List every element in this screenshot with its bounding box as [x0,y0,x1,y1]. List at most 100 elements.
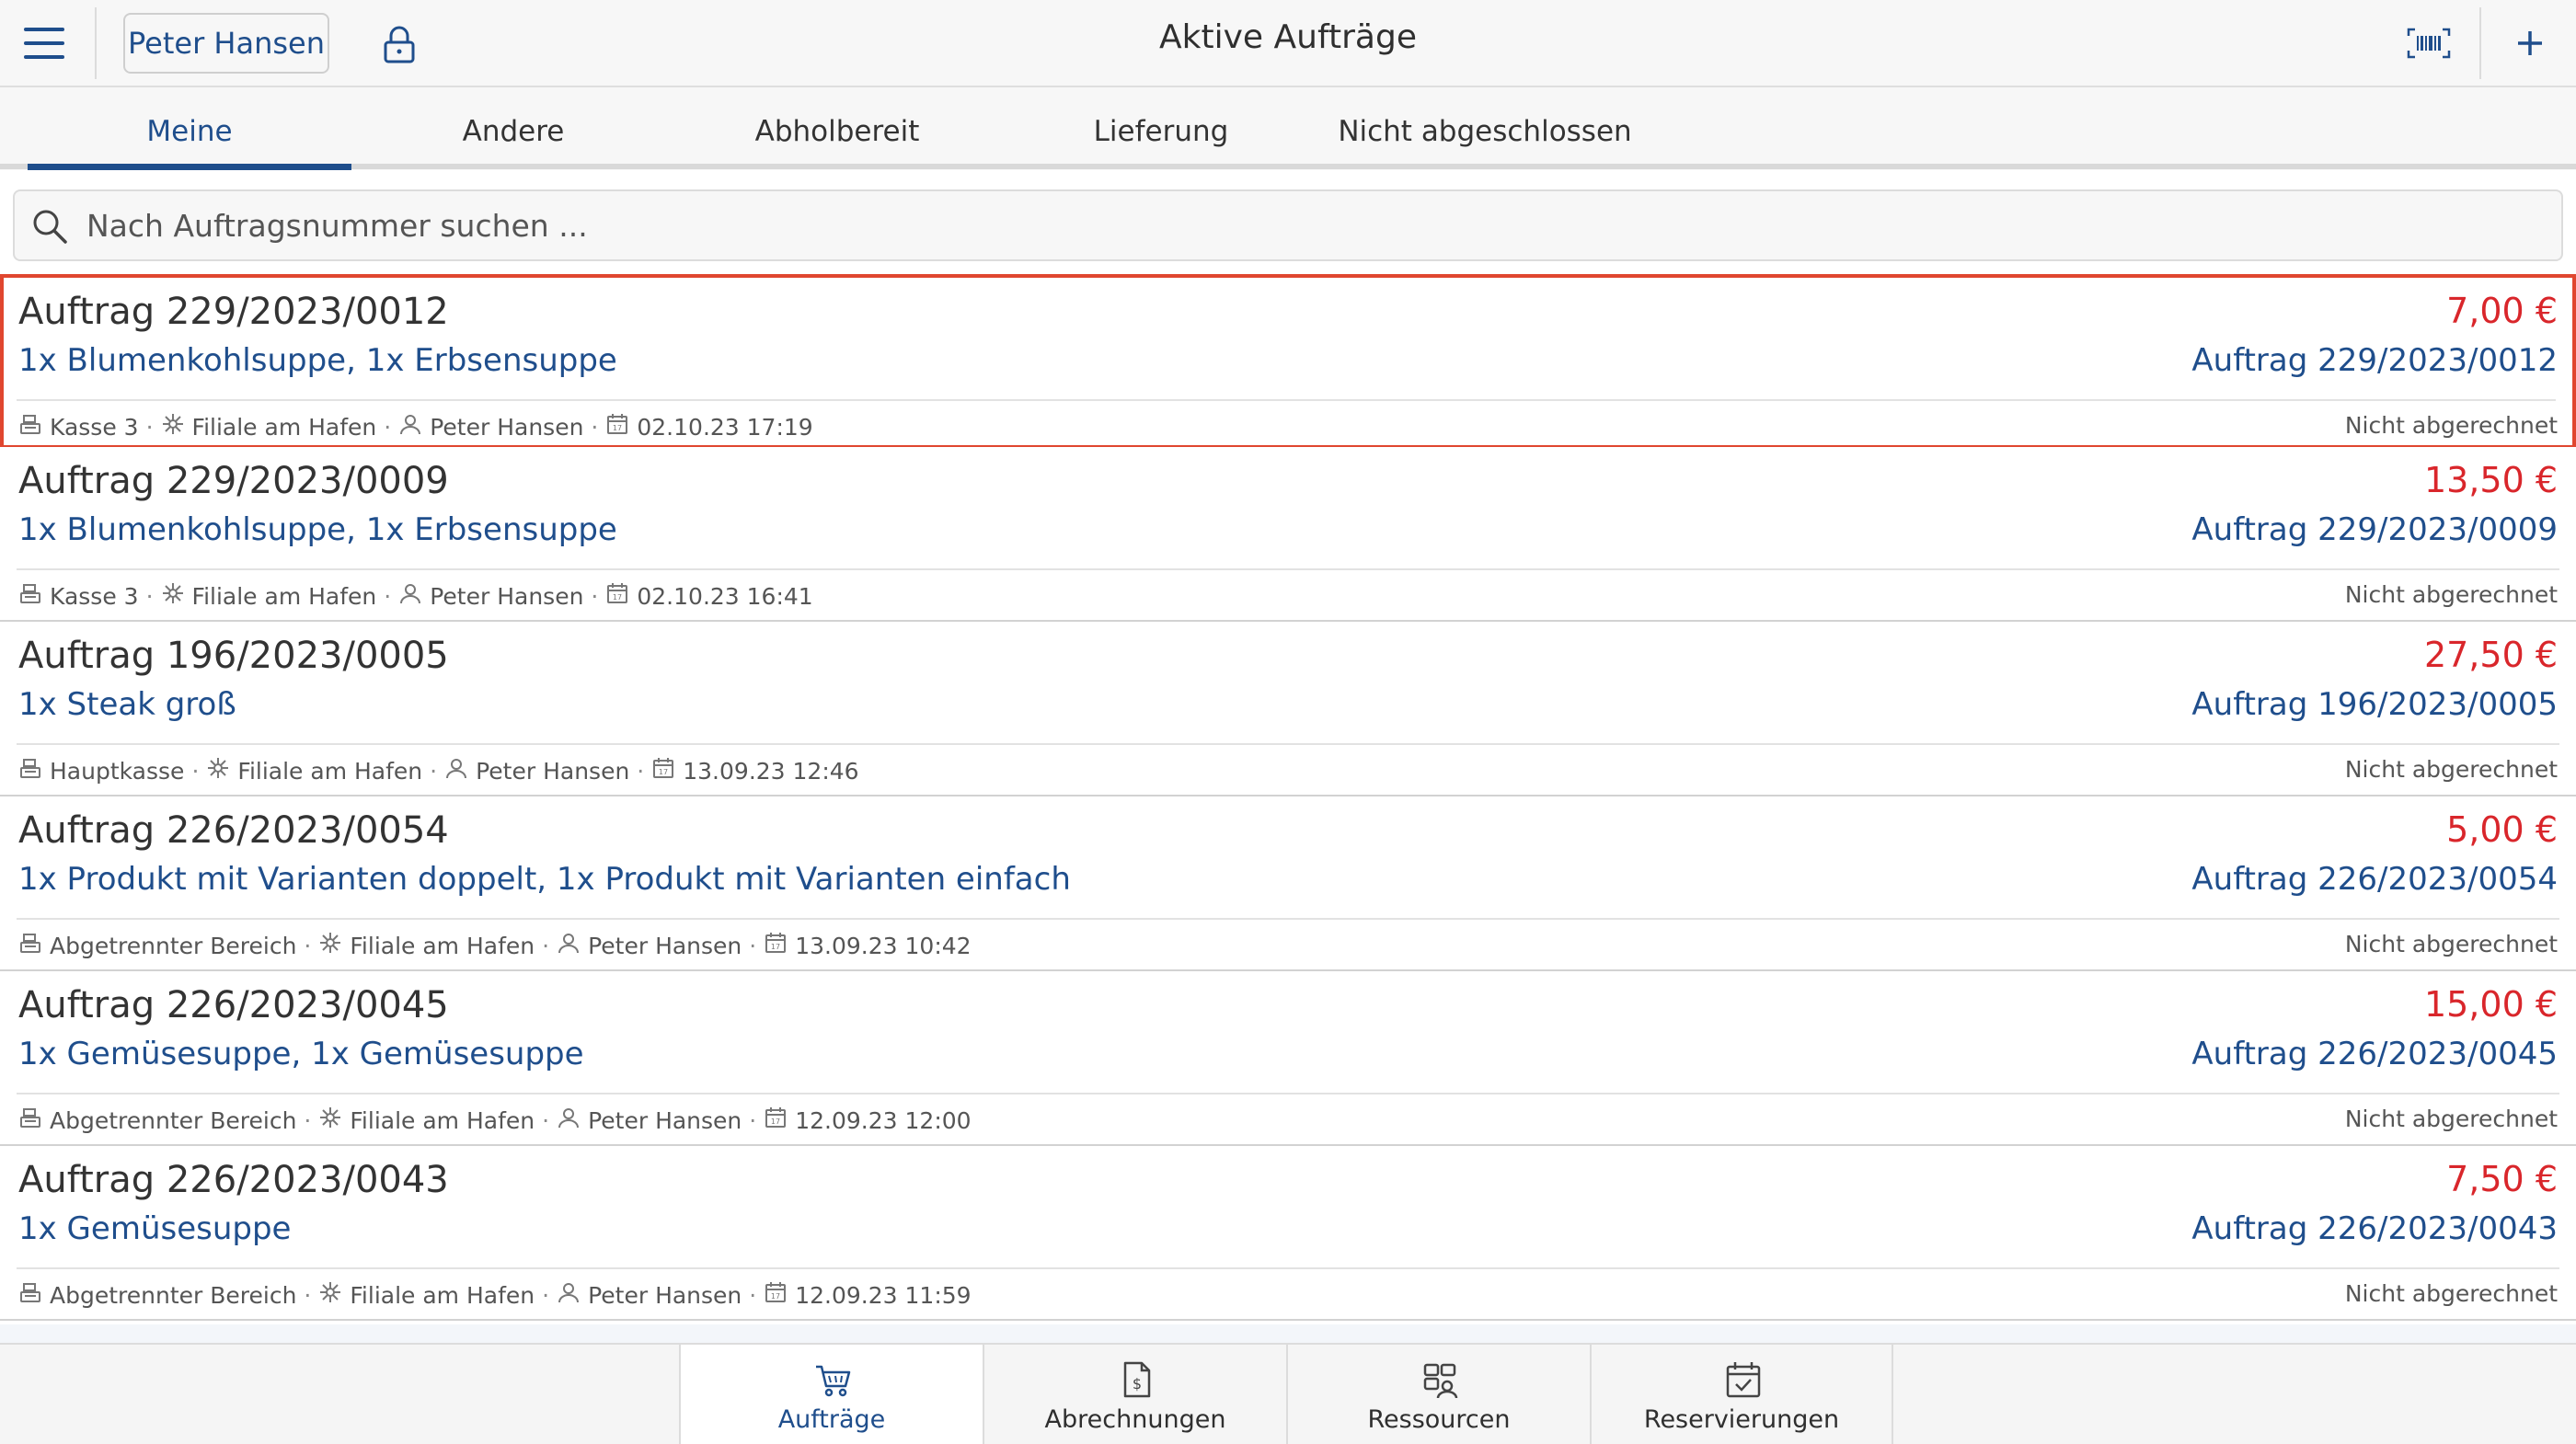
order-reference: Auftrag 196/2023/0005 [2191,686,2558,723]
order-date: 12.09.23 11:59 [795,1281,972,1309]
order-meta: Abgetrennter Bereich · Filiale am Hafen · Pe… [18,931,972,960]
nav-reservierungen[interactable]: Reservierungen [1590,1345,1893,1444]
nav-abrechnungen[interactable]: $ Abrechnungen [983,1345,1286,1444]
order-title: Auftrag 196/2023/0005 [18,635,449,677]
billing-status: Nicht abgerechnet [2344,581,2558,608]
order-price: 15,00 € [2423,984,2558,1025]
order-price: 27,50 € [2423,635,2558,675]
meta-separator: · [304,1281,312,1309]
register-icon [18,412,42,441]
nav-ressourcen[interactable]: Ressourcen [1286,1345,1590,1444]
meta-separator: · [591,413,599,441]
lock-icon[interactable] [381,24,418,64]
header-divider [2479,7,2481,79]
user-icon [557,931,581,960]
register-icon [18,756,42,785]
meta-separator: · [542,932,550,959]
order-price: 5,00 € [2446,809,2558,850]
tab-lieferung[interactable]: Lieferung [999,87,1323,170]
branch-icon [318,1106,342,1135]
order-row[interactable]: Auftrag 226/2023/0043 7,50 € 1x Gemüsesupp… [0,1146,2576,1321]
user-icon [557,1106,581,1135]
order-meta: Abgetrennter Bereich · Filiale am Hafen · Pe… [18,1106,972,1135]
register-icon [18,581,42,611]
meta-separator: · [749,1281,757,1309]
order-title: Auftrag 226/2023/0054 [18,809,449,852]
calendar-icon: 17 [764,1106,788,1135]
register-name: Kasse 3 [50,582,139,610]
order-row[interactable]: Auftrag 226/2023/0045 15,00 € 1x Gemüsesup… [0,971,2576,1146]
order-date: 12.09.23 12:00 [795,1106,972,1134]
cart-icon [816,1365,851,1397]
meta-separator: · [191,757,200,785]
order-items: 1x Steak groß [18,686,236,723]
svg-text:$: $ [1133,1375,1142,1392]
header-divider [95,7,97,79]
nav-label: Abrechnungen [1044,1405,1226,1434]
meta-separator: · [430,757,438,785]
meta-separator: · [542,1106,550,1134]
order-divider [17,399,2556,401]
svg-text:17: 17 [771,1117,780,1126]
tab-meine[interactable]: Meine [28,87,351,170]
order-price: 7,50 € [2446,1159,2558,1199]
user-icon [444,756,468,785]
branch-name: Filiale am Hafen [191,582,377,610]
order-row[interactable]: Auftrag 229/2023/0009 13,50 € 1x Blumenkoh… [0,447,2576,622]
branch-icon [161,581,185,611]
user-icon [398,412,422,441]
calendar-check-icon [1726,1362,1761,1398]
order-price: 7,00 € [2446,291,2558,331]
order-reference: Auftrag 229/2023/0009 [2191,511,2558,548]
order-date: 02.10.23 16:41 [637,582,813,610]
branch-name: Filiale am Hafen [350,1106,535,1134]
search-input[interactable]: Nach Auftragsnummer suchen ... [13,189,2563,261]
order-reference: Auftrag 226/2023/0054 [2191,861,2558,898]
active-tab-indicator [28,164,351,170]
tab-andere[interactable]: Andere [351,87,675,170]
order-items: 1x Gemüsesuppe [18,1210,292,1247]
branch-name: Filiale am Hafen [350,932,535,959]
branch-name: Filiale am Hafen [191,413,377,441]
user-name: Peter Hansen [476,757,630,785]
nav-label: Reservierungen [1643,1405,1840,1434]
branch-icon [161,412,185,441]
order-meta: Kasse 3 · Filiale am Hafen · Peter Hansen · 17… [18,581,813,611]
order-row[interactable]: Auftrag 226/2023/0054 5,00 € 1x Produkt mi… [0,796,2576,971]
app-header: Peter Hansen Aktive Aufträge [0,0,2576,87]
plus-icon[interactable] [2509,20,2551,66]
register-icon [18,1106,42,1135]
order-divider [17,1093,2559,1094]
meta-separator: · [542,1281,550,1309]
user-name: Peter Hansen [430,582,584,610]
search-placeholder: Nach Auftragsnummer suchen ... [86,208,588,244]
order-title: Auftrag 226/2023/0045 [18,984,449,1026]
tab-abholbereit[interactable]: Abholbereit [675,87,999,170]
nav-auftraege[interactable]: Aufträge [679,1345,983,1444]
calendar-icon: 17 [651,756,675,785]
user-button[interactable]: Peter Hansen [123,13,329,74]
order-divider [17,1267,2559,1269]
order-divider [17,918,2559,920]
calendar-icon: 17 [764,1280,788,1310]
order-row[interactable]: Auftrag 229/2023/0012 7,00 € 1x Blumenkohl… [0,274,2576,449]
order-row[interactable]: Auftrag 196/2023/0005 27,50 € 1x Steak gro… [0,622,2576,796]
billing-status: Nicht abgerechnet [2344,756,2558,783]
user-name: Peter Hansen [430,413,584,441]
calendar-icon: 17 [764,931,788,960]
billing-status: Nicht abgerechnet [2344,412,2558,439]
nav-label: Aufträge [777,1405,886,1434]
order-divider [17,568,2559,570]
billing-status: Nicht abgerechnet [2344,1280,2558,1307]
register-name: Abgetrennter Bereich [50,1106,297,1134]
meta-separator: · [145,413,154,441]
tab-nicht-abgeschlossen[interactable]: Nicht abgeschlossen [1323,87,1647,170]
billing-status: Nicht abgerechnet [2344,1106,2558,1132]
barcode-icon[interactable] [2407,28,2451,59]
menu-icon[interactable] [24,28,64,59]
meta-separator: · [145,582,154,610]
order-date: 13.09.23 12:46 [683,757,859,785]
order-divider [17,743,2559,745]
svg-text:17: 17 [771,943,780,951]
meta-separator: · [304,932,312,959]
